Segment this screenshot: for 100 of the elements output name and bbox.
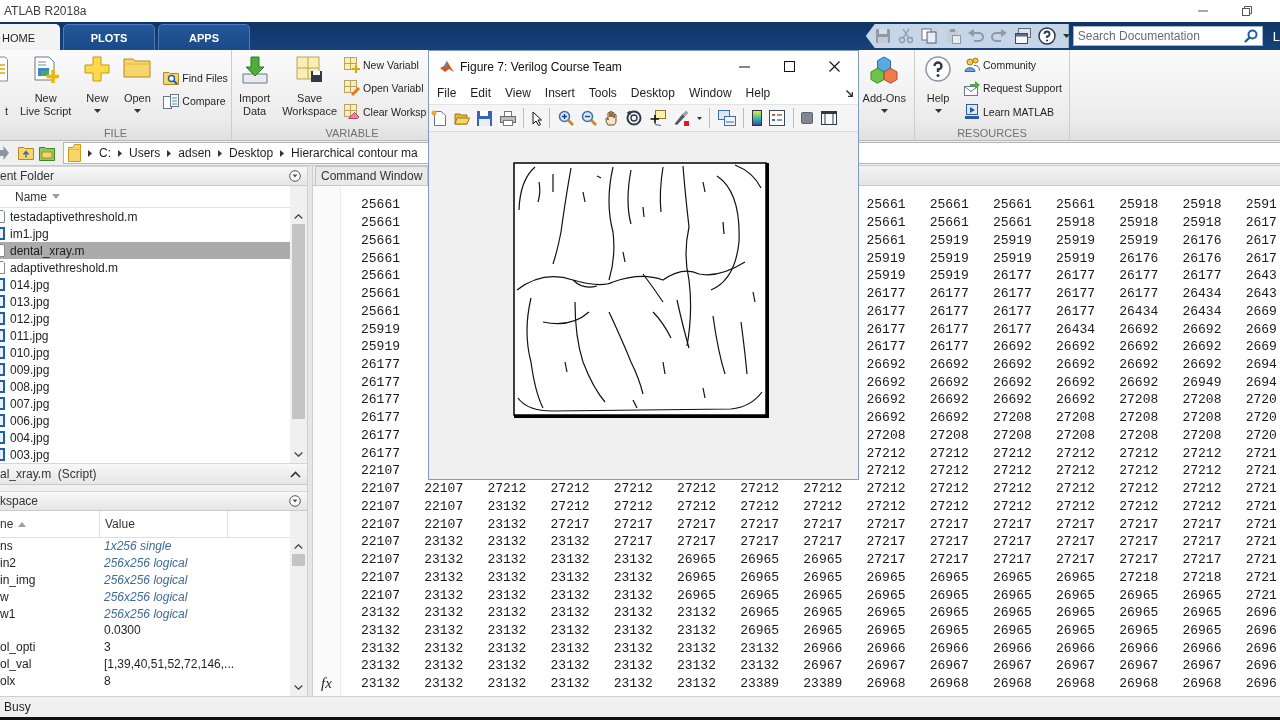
window-panes-icon[interactable] xyxy=(820,111,837,125)
close-icon[interactable] xyxy=(829,61,840,72)
data-cursor-icon[interactable] xyxy=(649,110,666,126)
folder-list-item[interactable]: 014.jpg xyxy=(0,276,290,293)
scrollbar[interactable] xyxy=(290,538,307,696)
printer-icon[interactable] xyxy=(499,110,516,126)
legend-icon[interactable] xyxy=(769,110,785,126)
folder-list-item[interactable]: 004.jpg xyxy=(0,429,290,446)
toolstrip-button[interactable]: Learn MATLAB xyxy=(964,100,1054,124)
path-segment[interactable]: Desktop xyxy=(229,146,274,160)
toolstrip-button[interactable]: New xyxy=(83,56,112,113)
toolstrip-button[interactable]: Open xyxy=(122,56,153,113)
folder-list-item[interactable]: 009.jpg xyxy=(0,361,290,378)
zoom-in-icon[interactable] xyxy=(557,110,574,126)
toolstrip-button[interactable]: Help xyxy=(924,56,952,113)
menu-item[interactable]: Insert xyxy=(544,86,575,100)
folder-list-item[interactable]: 013.jpg xyxy=(0,293,290,310)
output-number: 2721 xyxy=(1245,498,1277,514)
pointer-icon[interactable] xyxy=(531,110,542,126)
rotate-icon[interactable] xyxy=(626,110,642,126)
function-browser-button[interactable]: fx xyxy=(321,675,332,691)
menu-item[interactable]: File xyxy=(437,86,457,100)
folder-list-item[interactable]: adaptivethreshold.m xyxy=(0,259,290,276)
folder-list-item[interactable]: dental_xray.m xyxy=(0,242,290,259)
menu-item[interactable]: Window xyxy=(688,86,732,100)
folder-list-item[interactable]: 008.jpg xyxy=(0,378,290,395)
menu-item[interactable]: Tools xyxy=(588,86,617,100)
search-icon[interactable] xyxy=(1243,29,1258,43)
zoom-out-icon[interactable] xyxy=(581,110,597,126)
brush-icon[interactable] xyxy=(673,110,689,126)
folder-list-item[interactable]: 007.jpg xyxy=(0,395,290,412)
colorbar-icon[interactable] xyxy=(751,110,762,126)
folder-list-item[interactable]: 003.jpg xyxy=(0,446,290,463)
scrollbar-thumb[interactable] xyxy=(292,554,305,566)
folder-list-item[interactable]: 011.jpg xyxy=(0,327,290,344)
scrollbar-thumb[interactable] xyxy=(292,224,305,419)
toolstrip-button[interactable]: Find Files xyxy=(163,66,228,90)
maximize-icon[interactable] xyxy=(784,61,795,72)
variable-name: ol_opti xyxy=(0,640,36,655)
browse-folder-icon[interactable] xyxy=(39,145,55,161)
scrollbar[interactable] xyxy=(290,208,307,463)
folder-list-item[interactable]: im1.jpg xyxy=(0,225,290,242)
restore-icon[interactable] xyxy=(1242,6,1252,16)
menu-item[interactable]: Help xyxy=(745,86,771,100)
help-icon[interactable] xyxy=(1037,27,1056,45)
open-folder-icon[interactable] xyxy=(453,111,470,125)
toolstrip-button[interactable]: New Variabl xyxy=(344,53,419,77)
toolstrip-button[interactable]: Clear Worksp xyxy=(344,100,427,124)
toolstrip-button[interactable]: Open Variabl xyxy=(344,76,424,100)
up-folder-icon[interactable] xyxy=(18,146,34,160)
scroll-up-icon[interactable] xyxy=(294,214,303,219)
panel-menu-icon[interactable] xyxy=(289,495,301,507)
panel-tab[interactable]: Command Window xyxy=(315,166,429,185)
hand-icon[interactable] xyxy=(604,110,619,126)
caret-icon[interactable] xyxy=(696,116,702,120)
minimize-icon[interactable] xyxy=(739,65,750,68)
path-segment[interactable]: adsen xyxy=(178,146,212,160)
toolstrip-button[interactable]: Add-Ons xyxy=(861,56,907,113)
scroll-up-icon[interactable] xyxy=(294,544,303,549)
save-icon[interactable] xyxy=(477,110,492,126)
toolstrip-button[interactable]: Community xyxy=(964,53,1037,77)
menu-item[interactable]: Desktop xyxy=(630,86,675,100)
square-icon[interactable] xyxy=(801,112,813,124)
toolstrip-button[interactable]: Save Workspace xyxy=(281,56,338,118)
search-field[interactable]: Search Documentation xyxy=(1072,26,1263,46)
path-segment[interactable]: Users xyxy=(129,146,161,160)
arrow-icon[interactable] xyxy=(0,146,9,160)
windows-icon[interactable] xyxy=(1014,28,1031,44)
folder-list-item[interactable]: testadaptivethreshold.m xyxy=(0,208,290,225)
linked-windows-icon[interactable] xyxy=(717,110,736,126)
new-file-icon[interactable] xyxy=(431,110,446,126)
ribbon-tab[interactable]: PLOTS xyxy=(63,24,155,50)
header-link[interactable]: L xyxy=(1272,28,1280,44)
chevron-icon xyxy=(218,149,223,157)
caret-icon[interactable] xyxy=(1063,34,1071,38)
menu-item[interactable]: Edit xyxy=(470,86,492,100)
ribbon-tab[interactable]: APPS xyxy=(158,24,250,50)
dock-arrow-icon[interactable] xyxy=(846,89,853,97)
toolstrip-button[interactable]: Import Data xyxy=(238,56,272,118)
toolstrip-button[interactable]: Compare xyxy=(163,89,226,113)
column-header[interactable]: ne xyxy=(0,517,27,531)
column-header[interactable]: Name xyxy=(15,189,60,204)
scroll-down-icon[interactable] xyxy=(294,452,303,457)
output-number: 22107 xyxy=(361,463,400,479)
output-number: 23132 xyxy=(550,552,590,568)
folder-list-item[interactable]: 010.jpg xyxy=(0,344,290,361)
toolstrip-button[interactable]: t xyxy=(0,56,8,118)
ribbon-tab[interactable]: HOME xyxy=(0,24,60,50)
path-segment[interactable]: C: xyxy=(99,146,111,160)
toolstrip-button[interactable]: Request Support xyxy=(964,76,1062,100)
column-header[interactable]: Value xyxy=(105,517,135,531)
folder-list-item[interactable]: 006.jpg xyxy=(0,412,290,429)
copy-icon[interactable] xyxy=(921,28,938,44)
panel-menu-icon[interactable] xyxy=(289,170,301,182)
scroll-down-icon[interactable] xyxy=(294,685,303,690)
menu-item[interactable]: View xyxy=(505,86,531,100)
folder-list-item[interactable]: 012.jpg xyxy=(0,310,290,327)
collapse-icon[interactable] xyxy=(290,470,301,478)
path-segment[interactable]: Hierarchical contour ma xyxy=(291,146,418,160)
toolstrip-button[interactable]: New Live Script xyxy=(19,56,73,118)
